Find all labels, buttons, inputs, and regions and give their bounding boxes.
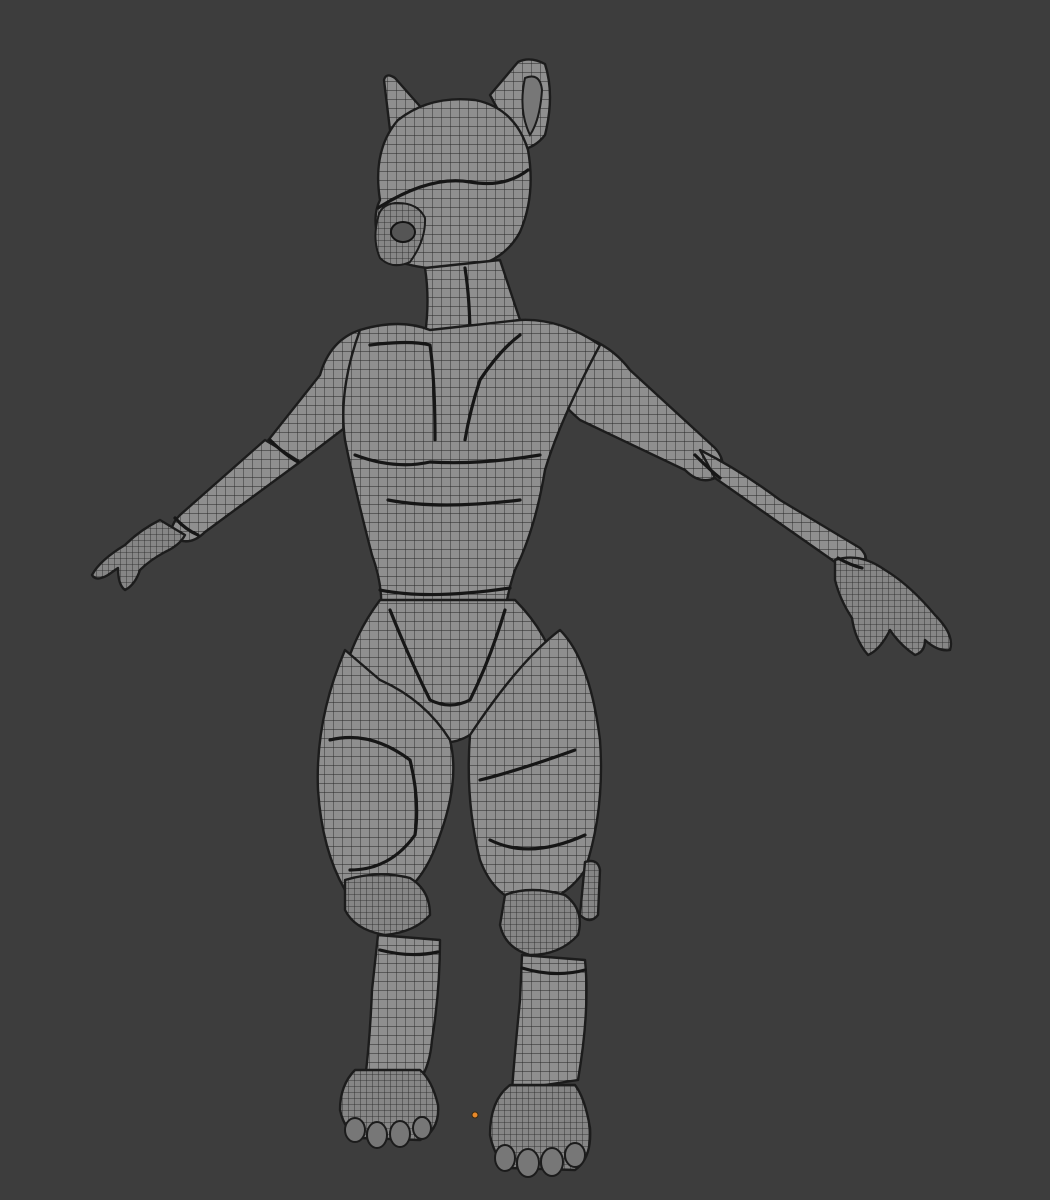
nose: [390, 221, 416, 243]
right-forearm[interactable]: [698, 448, 868, 571]
object-origin-point[interactable]: [471, 1111, 479, 1119]
right-knee-pad[interactable]: [498, 888, 582, 957]
left-shin[interactable]: [363, 933, 442, 1082]
right-shin[interactable]: [510, 953, 588, 1092]
3d-viewport[interactable]: [0, 0, 1050, 1200]
right-hand[interactable]: [833, 556, 953, 657]
left-knee-pad[interactable]: [343, 873, 432, 937]
left-hand[interactable]: [90, 518, 187, 592]
character-mesh-view[interactable]: [0, 0, 1050, 1200]
left-forearm[interactable]: [170, 438, 302, 543]
torso[interactable]: [342, 318, 602, 627]
character-mesh[interactable]: [90, 58, 953, 1178]
